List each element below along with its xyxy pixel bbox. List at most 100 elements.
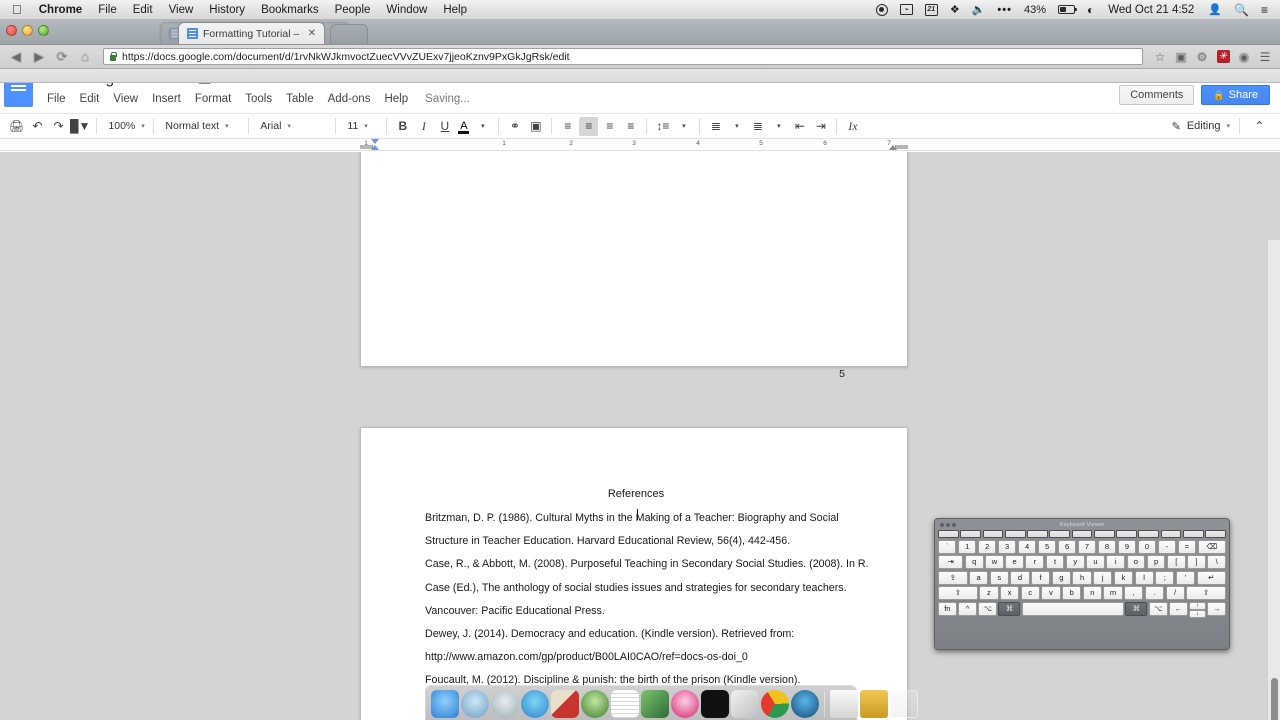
volume-icon[interactable]: 🔈: [966, 0, 992, 20]
key-w[interactable]: w: [985, 555, 1004, 569]
key-esc[interactable]: esc: [938, 530, 959, 538]
dock-item-chrome[interactable]: [761, 690, 789, 718]
dock-item-finder[interactable]: [431, 690, 459, 718]
extension-icon-red[interactable]: ✳: [1214, 48, 1232, 66]
right-indent-marker[interactable]: [889, 145, 897, 150]
key-f[interactable]: f: [1031, 571, 1050, 585]
dock-item-terminal[interactable]: [701, 690, 729, 718]
key-backslash[interactable]: \: [1207, 555, 1226, 569]
menu-item-people[interactable]: People: [327, 0, 379, 20]
forward-button[interactable]: ▶: [29, 48, 49, 66]
key-arrow-down[interactable]: ↓: [1189, 610, 1206, 618]
dock-item-trash[interactable]: [890, 690, 918, 718]
key-comma[interactable]: ,: [1124, 586, 1143, 600]
key-f5[interactable]: F5: [1049, 530, 1070, 538]
key-option-right[interactable]: ⌥: [1149, 602, 1168, 616]
menu-item-view[interactable]: View: [161, 0, 202, 20]
key-tab[interactable]: ⇥: [938, 555, 963, 569]
dock-item-notes[interactable]: [611, 690, 639, 718]
dock-item-maps[interactable]: [641, 690, 669, 718]
calendar-icon[interactable]: 21: [919, 4, 944, 16]
key-f11[interactable]: F11: [1183, 530, 1204, 538]
key-m[interactable]: m: [1103, 586, 1122, 600]
screen-share-icon[interactable]: ⌁: [894, 4, 919, 15]
new-tab-button[interactable]: [330, 24, 368, 44]
key-h[interactable]: h: [1072, 571, 1091, 585]
spotlight-search-icon[interactable]: 🔍: [1228, 0, 1255, 20]
key-u[interactable]: u: [1086, 555, 1105, 569]
overflow-dots-icon[interactable]: •••: [991, 0, 1018, 20]
document-ruler[interactable]: 1 1 2 3 4 5 6 7: [0, 139, 1280, 151]
key-0[interactable]: 0: [1138, 540, 1156, 554]
key-equals[interactable]: =: [1178, 540, 1196, 554]
dock-item-messages[interactable]: [521, 690, 549, 718]
key-f3[interactable]: F3: [1005, 530, 1026, 538]
apps-extension-icon[interactable]: ▣: [1172, 48, 1190, 66]
menu-item-history[interactable]: History: [201, 0, 253, 20]
notification-center-icon[interactable]: ≡: [1255, 0, 1274, 20]
key-arrow-up[interactable]: ↑: [1189, 602, 1206, 610]
key-3[interactable]: 3: [998, 540, 1016, 554]
battery-icon[interactable]: [1052, 5, 1081, 14]
close-window-button[interactable]: [6, 25, 17, 36]
key-return[interactable]: ↵: [1197, 571, 1227, 585]
record-icon[interactable]: [870, 4, 894, 16]
extension-icon-1[interactable]: ⚙: [1193, 48, 1211, 66]
key-7[interactable]: 7: [1078, 540, 1096, 554]
menu-item-help[interactable]: Help: [435, 0, 475, 20]
dropbox-icon[interactable]: ❖: [944, 0, 966, 20]
left-indent-marker[interactable]: [371, 145, 379, 150]
dock-item-evernote[interactable]: [581, 690, 609, 718]
dock-item-opera[interactable]: [791, 690, 819, 718]
key-arrow-left[interactable]: ←: [1169, 602, 1188, 616]
maximize-window-button[interactable]: [38, 25, 49, 36]
key-x[interactable]: x: [1000, 586, 1019, 600]
reload-button[interactable]: ⟳: [52, 48, 72, 66]
dock-item-safari[interactable]: [461, 690, 489, 718]
apple-logo-icon[interactable]: : [8, 1, 31, 19]
key-arrow-right[interactable]: →: [1207, 602, 1226, 616]
key-quote[interactable]: ': [1176, 571, 1195, 585]
scrollbar-thumb[interactable]: [1271, 678, 1278, 720]
document-page-references[interactable]: References Britzman, D. P. (1986). Cultu…: [360, 427, 908, 720]
close-tab-icon[interactable]: ✕: [308, 28, 316, 39]
dock-item-acrobat-reader[interactable]: [731, 690, 759, 718]
key-f6[interactable]: F6: [1072, 530, 1093, 538]
keyboard-viewer-window-controls[interactable]: [940, 523, 956, 527]
bookmark-star-icon[interactable]: ☆: [1151, 48, 1169, 66]
key-c[interactable]: c: [1021, 586, 1040, 600]
key-fn[interactable]: fn: [938, 602, 957, 616]
key-2[interactable]: 2: [978, 540, 996, 554]
key-l[interactable]: l: [1135, 571, 1154, 585]
key-z[interactable]: z: [979, 586, 998, 600]
key-command-right[interactable]: ⌘: [1125, 602, 1147, 616]
key-period[interactable]: .: [1145, 586, 1164, 600]
browser-tab-formatting-tutorial[interactable]: Formatting Tutorial – Googl ✕: [178, 22, 325, 44]
key-f1[interactable]: F1: [960, 530, 981, 538]
home-button[interactable]: ⌂: [75, 48, 95, 66]
key-k[interactable]: k: [1114, 571, 1133, 585]
key-5[interactable]: 5: [1038, 540, 1056, 554]
key-bracket-right[interactable]: ]: [1187, 555, 1206, 569]
key-bracket-left[interactable]: [: [1167, 555, 1186, 569]
key-f2[interactable]: F2: [983, 530, 1004, 538]
key-g[interactable]: g: [1052, 571, 1071, 585]
dock-item-document[interactable]: [830, 690, 858, 718]
key-delete[interactable]: ⌫: [1198, 540, 1226, 554]
dock-item-scrivener[interactable]: [551, 690, 579, 718]
key-q[interactable]: q: [965, 555, 984, 569]
key-t[interactable]: t: [1046, 555, 1065, 569]
dock-item-itunes[interactable]: [671, 690, 699, 718]
key-4[interactable]: 4: [1018, 540, 1036, 554]
key-r[interactable]: r: [1025, 555, 1044, 569]
document-page-previous[interactable]: 5: [360, 152, 908, 367]
user-icon[interactable]: 👤: [1202, 0, 1228, 20]
key-backtick[interactable]: `: [938, 540, 956, 554]
key-1[interactable]: 1: [958, 540, 976, 554]
key-shift-right[interactable]: ⇧: [1186, 586, 1226, 600]
vertical-scrollbar[interactable]: [1267, 240, 1280, 720]
key-f12[interactable]: F12: [1205, 530, 1226, 538]
key-v[interactable]: v: [1041, 586, 1060, 600]
key-s[interactable]: s: [990, 571, 1009, 585]
chrome-menu-icon[interactable]: ☰: [1256, 48, 1274, 66]
